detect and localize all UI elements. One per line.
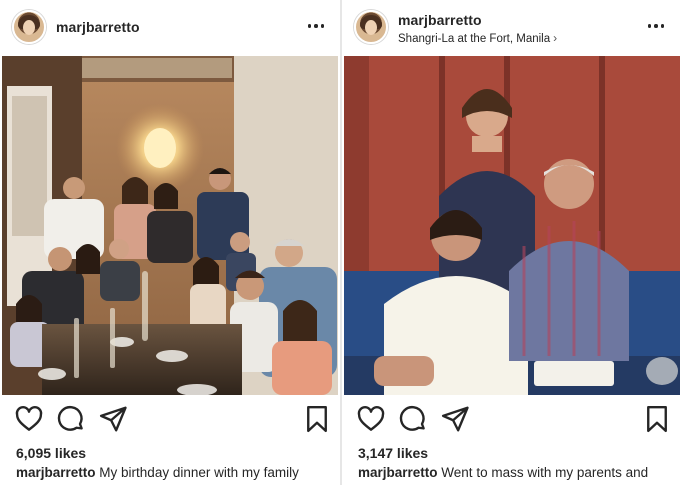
location-label: Shangri-La at the Fort, Manila <box>398 33 551 45</box>
more-options-icon[interactable] <box>304 14 328 38</box>
post-header: marjbarretto <box>0 0 340 56</box>
post-location[interactable]: Shangri-La at the Fort, Manila › <box>398 31 557 45</box>
caption-text: My birthday dinner with my family <box>99 465 299 480</box>
likes-count[interactable]: 3,147 likes <box>358 445 428 461</box>
family-dinner-photo <box>2 56 338 395</box>
post-actions <box>342 404 680 434</box>
share-icon[interactable] <box>440 404 470 434</box>
post-birthday-dinner: marjbarretto 6,095 likes marjbarretto My… <box>0 0 340 485</box>
post-mass-with-parents: marjbarretto Shangri-La at the Fort, Man… <box>340 0 680 485</box>
comment-icon[interactable] <box>56 404 86 434</box>
post-caption: marjbarretto Went to mass with my parent… <box>358 465 678 480</box>
more-options-icon[interactable] <box>644 14 668 38</box>
likes-count[interactable]: 6,095 likes <box>16 445 86 461</box>
post-username[interactable]: marjbarretto <box>56 19 140 35</box>
post-username[interactable]: marjbarretto <box>398 12 482 28</box>
share-icon[interactable] <box>98 404 128 434</box>
comment-icon[interactable] <box>398 404 428 434</box>
bookmark-icon[interactable] <box>642 404 672 434</box>
heart-icon[interactable] <box>356 404 386 434</box>
avatar[interactable] <box>12 10 46 44</box>
chevron-right-icon: › <box>553 31 558 45</box>
caption-username[interactable]: marjbarretto <box>16 465 96 480</box>
post-photo[interactable] <box>2 56 338 395</box>
parents-photo <box>344 56 680 395</box>
post-header: marjbarretto Shangri-La at the Fort, Man… <box>342 0 680 56</box>
avatar[interactable] <box>354 10 388 44</box>
bookmark-icon[interactable] <box>302 404 332 434</box>
heart-icon[interactable] <box>14 404 44 434</box>
caption-text: Went to mass with my parents and <box>441 465 649 480</box>
caption-username[interactable]: marjbarretto <box>358 465 438 480</box>
post-caption: marjbarretto My birthday dinner with my … <box>16 465 336 480</box>
post-photo[interactable] <box>344 56 680 395</box>
post-actions <box>0 404 340 434</box>
